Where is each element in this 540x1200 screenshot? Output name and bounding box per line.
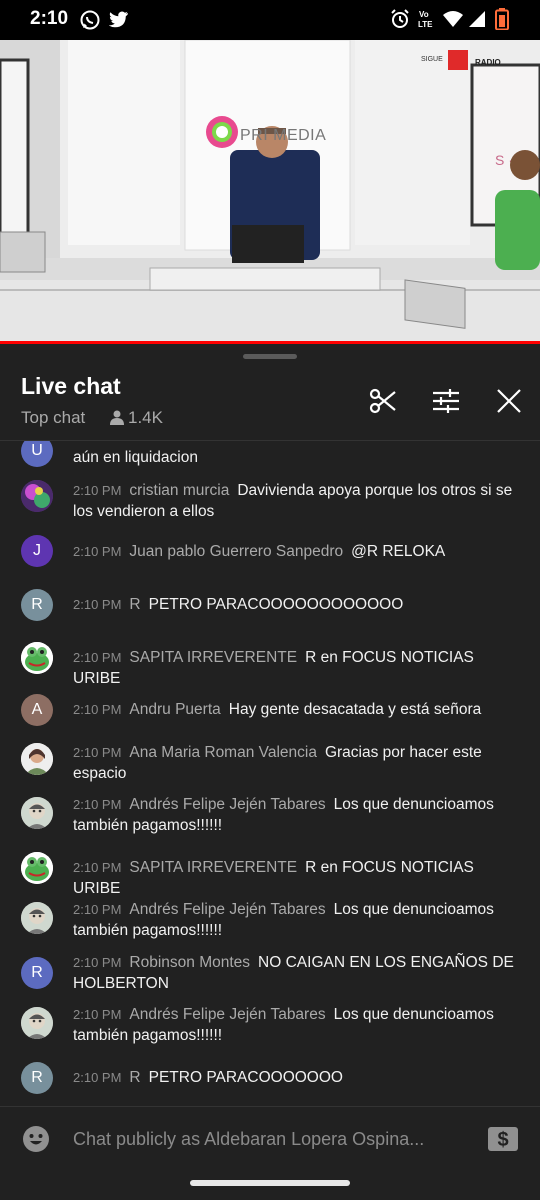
message-time: 2:10 PM — [73, 955, 122, 970]
message-author[interactable]: Andrés Felipe Jején Tabares — [129, 901, 325, 918]
avatar: R — [21, 589, 53, 621]
emoji-icon[interactable] — [22, 1125, 50, 1153]
message-body: 2:10 PM Andrés Felipe Jején Tabares Los qu… — [73, 1004, 518, 1046]
avatar — [21, 852, 53, 884]
avatar-image — [21, 743, 53, 775]
message-text: PETRO PARACOOOOOOO — [148, 1069, 343, 1086]
message-time: 2:10 PM — [73, 650, 122, 665]
live-chat-title: Live chat — [21, 373, 121, 399]
message-body: 2:10 PM Andru Puerta Hay gente desacatada … — [73, 699, 518, 720]
message-body: 2:10 PM Juan pablo Guerrero Sanpedro @R RE… — [73, 541, 518, 562]
avatar-image — [21, 480, 53, 512]
message-body: 2:10 PM Andrés Felipe Jején Tabares Los qu… — [73, 899, 518, 941]
avatar — [21, 642, 53, 674]
avatar — [21, 1007, 53, 1039]
status-time: 2:10 — [30, 8, 69, 29]
brand-small-text: SIGUE — [421, 56, 443, 63]
alarm-icon — [391, 9, 409, 28]
message-body: 2:10 PM Andrés Felipe Jején Tabares Los qu… — [73, 794, 518, 836]
avatar: R — [21, 1062, 53, 1094]
message-body: 2:10 PM SAPITA IRREVERENTE R en FOCUS NOTI… — [73, 647, 518, 689]
avatar: J — [21, 535, 53, 567]
svg-text:$: $ — [497, 1129, 508, 1151]
message-body: 2:10 PM cristian murcia Davivienda apoya p… — [73, 480, 518, 522]
home-gesture-pill[interactable] — [190, 1180, 350, 1186]
status-bar: 2:10 Vo LTE — [0, 0, 540, 40]
avatar: R — [21, 957, 53, 989]
kermit-avatar-image — [21, 642, 53, 674]
wifi-icon — [443, 11, 463, 27]
avatar: A — [21, 694, 53, 726]
super-chat-dollar-icon[interactable]: $ — [487, 1126, 519, 1152]
volte-icon: Vo LTE — [418, 10, 433, 29]
message-author[interactable]: SAPITA IRREVERENTE — [129, 859, 297, 876]
message-time: 2:10 PM — [73, 745, 122, 760]
message-time: 2:10 PM — [73, 597, 122, 612]
battery-icon — [495, 8, 509, 30]
message-time: 2:10 PM — [73, 902, 122, 917]
twitter-icon — [109, 11, 128, 28]
person-icon — [110, 410, 124, 425]
chat-input-bar: $ — [0, 1106, 540, 1171]
chat-message-input[interactable] — [73, 1127, 463, 1151]
message-text: PETRO PARACOOOOOOOOOOOO — [148, 596, 404, 613]
message-author[interactable]: Andrés Felipe Jején Tabares — [129, 1006, 325, 1023]
message-time: 2:10 PM — [73, 702, 122, 717]
brand-radio-text: RADIO — [475, 58, 501, 67]
message-time: 2:10 PM — [73, 1070, 122, 1085]
message-body: 2:10 PM R PETRO PARACOOOOOOO — [73, 1067, 518, 1088]
message-author[interactable]: Juan pablo Guerrero Sanpedro — [129, 543, 343, 560]
svg-text:Vo: Vo — [419, 10, 429, 19]
message-time: 2:10 PM — [73, 483, 122, 498]
message-author[interactable]: SAPITA IRREVERENTE — [129, 649, 297, 666]
chat-mode-selector[interactable]: Top chat — [21, 408, 85, 428]
live-chat-panel: Live chat Top chat 1.4K U aún en liquida… — [0, 344, 540, 1200]
message-time: 2:10 PM — [73, 1007, 122, 1022]
message-author[interactable]: R — [129, 596, 140, 613]
message-author[interactable]: Andru Puerta — [129, 701, 220, 718]
message-time: 2:10 PM — [73, 860, 122, 875]
svg-text:LTE: LTE — [418, 20, 433, 29]
message-author[interactable]: Ana Maria Roman Valencia — [129, 744, 317, 761]
message-author[interactable]: R — [129, 1069, 140, 1086]
viewer-count-value: 1.4K — [128, 408, 163, 427]
message-body: 2:10 PM Robinson Montes NO CAIGAN EN LOS E… — [73, 952, 518, 994]
message-text: Hay gente desacatada y está señora — [228, 701, 482, 718]
kermit-avatar-image — [21, 852, 53, 884]
message-text: @R RELOKA — [351, 543, 446, 560]
video-player[interactable]: S · I PRI MEDIA SIGUE RADIO — [0, 40, 540, 342]
drag-handle[interactable] — [243, 354, 297, 359]
avatar — [21, 480, 53, 512]
close-icon[interactable] — [494, 386, 524, 416]
chat-messages-list[interactable]: U aún en liquidacion 2:10 PM cristian mur… — [0, 441, 540, 1106]
message-body: 2:10 PM R PETRO PARACOOOOOOOOOOOO — [73, 594, 518, 615]
gesture-nav-bar — [0, 1170, 540, 1200]
video-frame: S · I — [0, 40, 540, 342]
avatar-image — [21, 902, 53, 934]
message-author[interactable]: Robinson Montes — [129, 954, 250, 971]
filter-icon[interactable] — [431, 386, 461, 416]
avatar-image — [21, 1007, 53, 1039]
whatsapp-icon — [80, 10, 100, 30]
message-author[interactable]: Andrés Felipe Jején Tabares — [129, 796, 325, 813]
avatar — [21, 797, 53, 829]
studio-logo-text: PRI MEDIA — [240, 127, 327, 144]
avatar — [21, 743, 53, 775]
scissors-icon[interactable] — [368, 386, 398, 416]
message-author[interactable]: cristian murcia — [129, 482, 229, 499]
message-body: 2:10 PM Ana Maria Roman Valencia Gracias p… — [73, 742, 518, 784]
avatar — [21, 902, 53, 934]
message-body: 2:10 PM SAPITA IRREVERENTE R en FOCUS NOTI… — [73, 857, 518, 899]
avatar: U — [21, 441, 53, 467]
signal-icon — [469, 11, 485, 27]
message-time: 2:10 PM — [73, 797, 122, 812]
avatar-image — [21, 797, 53, 829]
message-time: 2:10 PM — [73, 544, 122, 559]
message-text: aún en liquidacion — [73, 449, 198, 466]
viewer-count: 1.4K — [110, 408, 163, 428]
